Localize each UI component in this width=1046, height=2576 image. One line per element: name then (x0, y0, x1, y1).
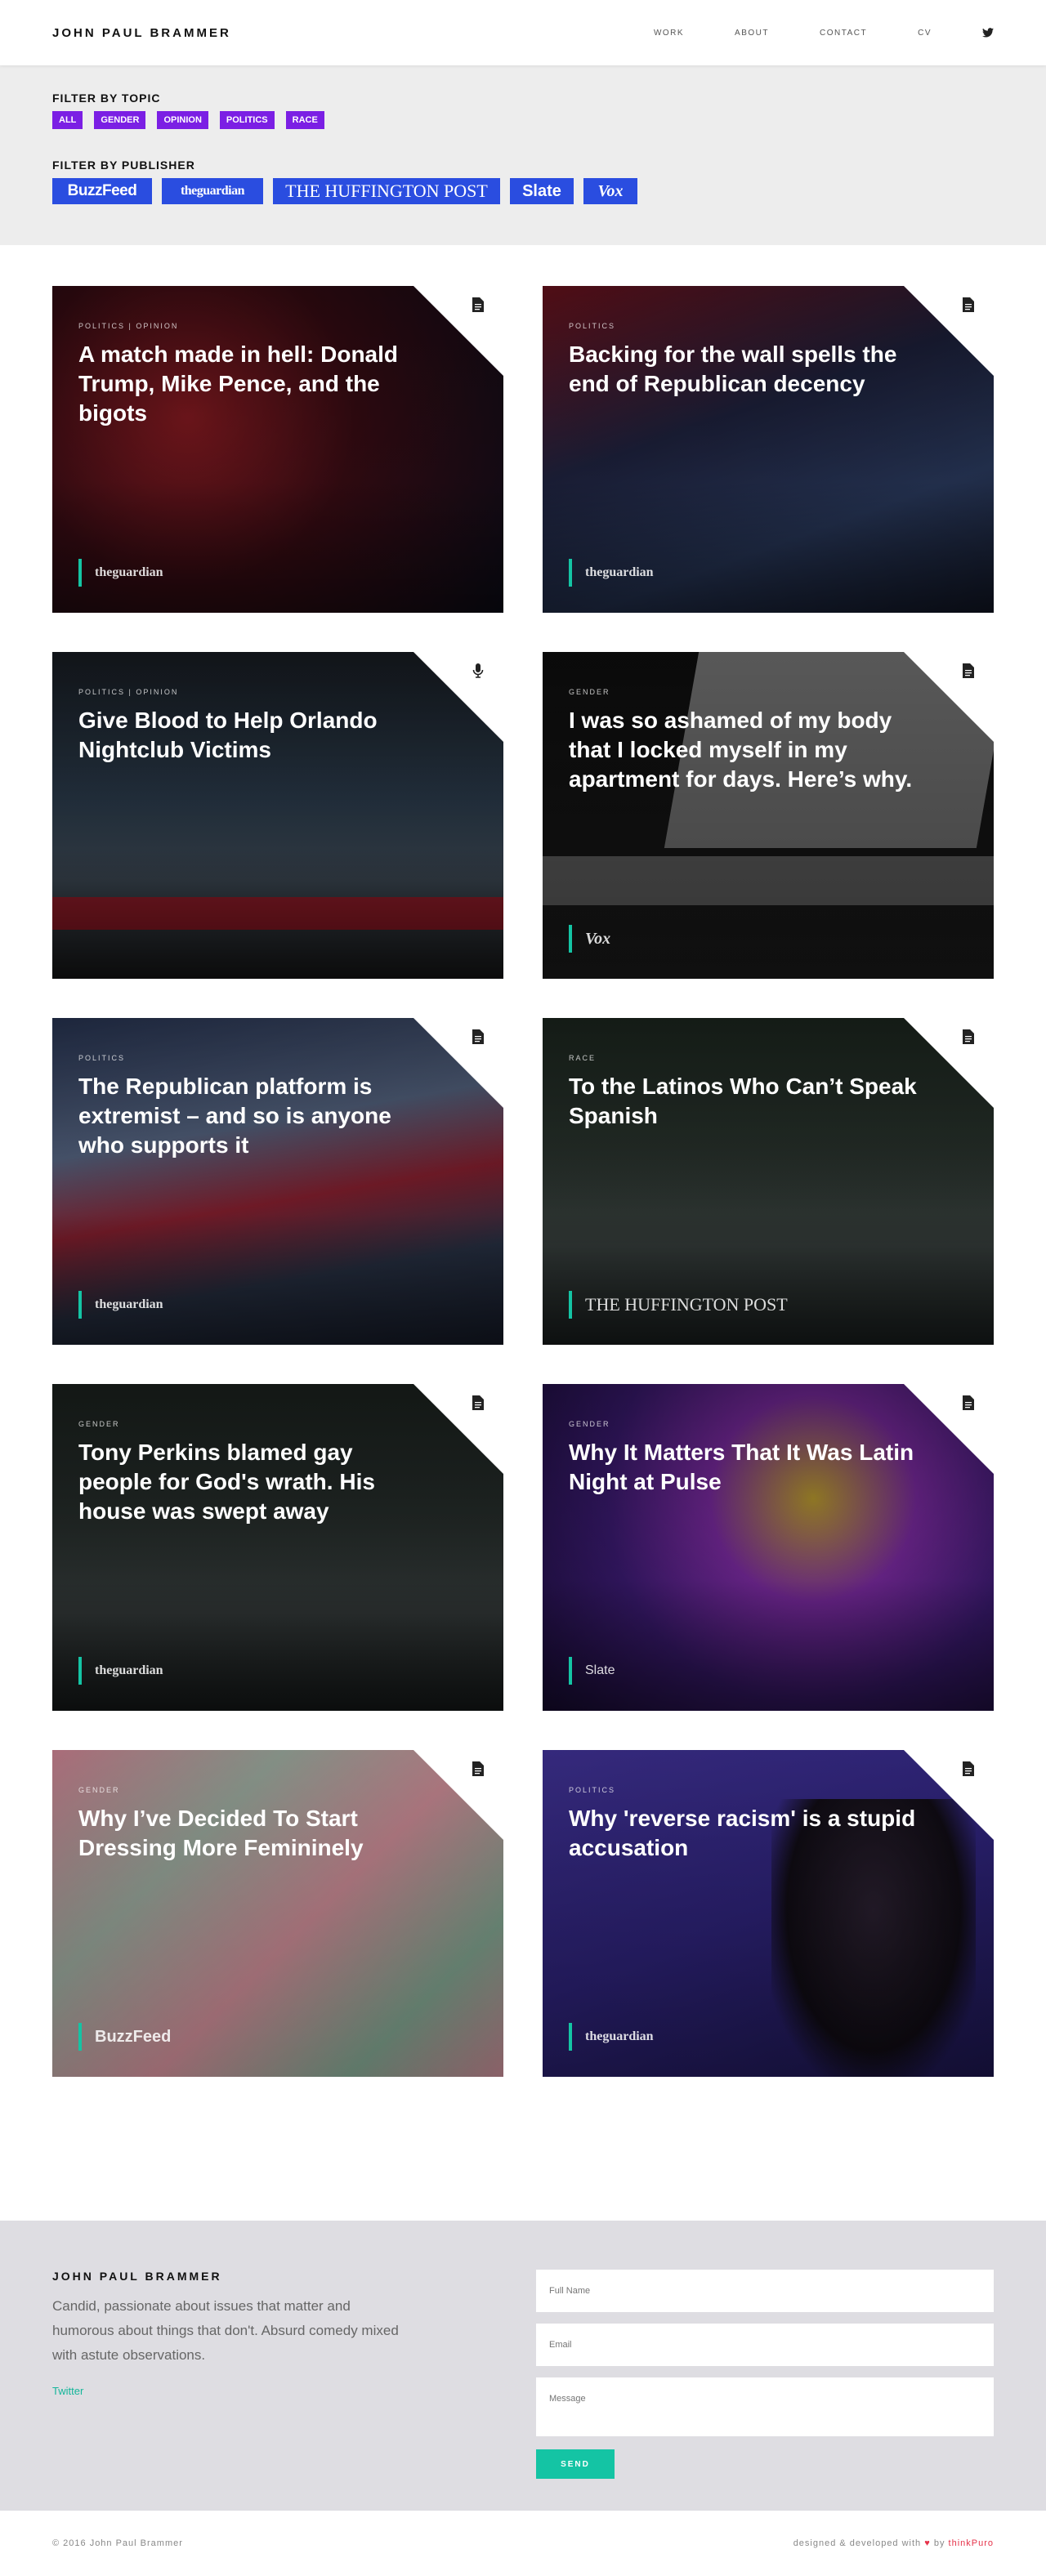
article-publisher: theguardian (78, 1291, 163, 1319)
article-card[interactable]: GENDER Tony Perkins blamed gay people fo… (52, 1384, 503, 1711)
article-category: POLITICS (78, 1054, 126, 1062)
publisher-vox[interactable]: Vox (583, 178, 637, 204)
document-icon (472, 297, 484, 312)
heart-icon: ♥ (924, 2538, 931, 2548)
credit: designed & developed with ♥ by thinkPuro (793, 2538, 994, 2548)
article-publisher: theguardian (569, 559, 654, 587)
document-icon (963, 1395, 974, 1410)
article-category: GENDER (78, 1786, 120, 1794)
document-icon (963, 1029, 974, 1044)
copyright: © 2016 John Paul Brammer (52, 2538, 183, 2548)
twitter-link[interactable]: Twitter (52, 2385, 83, 2397)
article-title[interactable]: Why I’ve Decided To Start Dressing More … (78, 1804, 430, 1863)
article-card[interactable]: GENDER Why I’ve Decided To Start Dressin… (52, 1750, 503, 2077)
article-category: RACE (569, 1054, 597, 1062)
document-icon (472, 1029, 484, 1044)
article-card[interactable]: POLITICS | OPINION A match made in hell:… (52, 286, 503, 613)
contact-bio: Candid, passionate about issues that mat… (52, 2298, 399, 2363)
article-category: POLITICS (569, 1786, 616, 1794)
contact-form: SEND (536, 2270, 994, 2511)
document-icon (472, 1395, 484, 1410)
nav-about[interactable]: ABOUT (735, 29, 769, 38)
article-publisher: theguardian (78, 559, 163, 587)
microphone-icon (472, 663, 484, 678)
site-brand[interactable]: JOHN PAUL BRAMMER (52, 26, 231, 40)
filter-panel: FILTER BY TOPIC ALL GENDER OPINION POLIT… (0, 65, 1046, 245)
article-category: GENDER (569, 688, 610, 696)
nav-work[interactable]: WORK (654, 29, 684, 38)
article-title[interactable]: The Republican platform is extremist – a… (78, 1072, 430, 1160)
send-button[interactable]: SEND (536, 2449, 615, 2479)
article-card[interactable]: POLITICS The Republican platform is extr… (52, 1018, 503, 1345)
publisher-buzzfeed[interactable]: BuzzFeed (52, 178, 152, 204)
article-publisher: BuzzFeed (78, 2023, 171, 2051)
article-card[interactable]: RACE To the Latinos Who Can’t Speak Span… (543, 1018, 994, 1345)
article-title[interactable]: Why It Matters That It Was Latin Night a… (569, 1438, 920, 1497)
message-field[interactable] (536, 2377, 994, 2436)
article-publisher: theguardian (78, 1657, 163, 1685)
article-title[interactable]: A match made in hell: Donald Trump, Mike… (78, 340, 430, 428)
topic-opinion[interactable]: OPINION (157, 111, 208, 129)
article-card[interactable]: GENDER I was so ashamed of my body that … (543, 652, 994, 979)
document-icon (963, 1761, 974, 1776)
article-category: POLITICS | OPINION (78, 688, 179, 696)
article-publisher: theguardian (569, 2023, 654, 2051)
topic-filter-label: FILTER BY TOPIC (52, 92, 161, 105)
article-card[interactable]: POLITICS Why 'reverse racism' is a stupi… (543, 1750, 994, 2077)
articles-grid: POLITICS | OPINION A match made in hell:… (0, 245, 1046, 2077)
article-title[interactable]: Backing for the wall spells the end of R… (569, 340, 920, 399)
publisher-slate[interactable]: Slate (510, 178, 574, 204)
article-category: GENDER (78, 1420, 120, 1428)
publisher-guardian[interactable]: theguardian (162, 178, 263, 204)
article-category: POLITICS | OPINION (78, 322, 179, 330)
article-publisher: Slate (569, 1657, 615, 1685)
credit-prefix: designed & developed with (793, 2538, 922, 2548)
studio-link[interactable]: thinkPuro (949, 2538, 994, 2548)
article-publisher: THE HUFFINGTON POST (569, 1291, 788, 1319)
topic-race[interactable]: RACE (285, 111, 324, 129)
publisher-filter-list: BuzzFeed theguardian THE HUFFINGTON POST… (52, 178, 994, 204)
site-footer: © 2016 John Paul Brammer designed & deve… (0, 2511, 1046, 2576)
credit-by: by (933, 2538, 945, 2548)
article-card[interactable]: GENDER Why It Matters That It Was Latin … (543, 1384, 994, 1711)
article-title[interactable]: To the Latinos Who Can’t Speak Spanish (569, 1072, 920, 1131)
contact-name: JOHN PAUL BRAMMER (52, 2270, 222, 2283)
twitter-icon[interactable] (982, 28, 994, 38)
topic-gender[interactable]: GENDER (94, 111, 146, 129)
article-card[interactable]: POLITICS | OPINION Give Blood to Help Or… (52, 652, 503, 979)
full-name-field[interactable] (536, 2270, 994, 2312)
article-card[interactable]: POLITICS Backing for the wall spells the… (543, 286, 994, 613)
article-category: GENDER (569, 1420, 610, 1428)
topic-politics[interactable]: POLITICS (219, 111, 275, 129)
document-icon (472, 1761, 484, 1776)
site-header: JOHN PAUL BRAMMER WORK ABOUT CONTACT CV (0, 0, 1046, 65)
email-field[interactable] (536, 2324, 994, 2366)
article-category: POLITICS (569, 322, 616, 330)
article-title[interactable]: Give Blood to Help Orlando Nightclub Vic… (78, 706, 430, 765)
contact-section: JOHN PAUL BRAMMER Candid, passionate abo… (0, 2221, 1046, 2511)
nav-contact[interactable]: CONTACT (820, 29, 867, 38)
publisher-filter-label: FILTER BY PUBLISHER (52, 158, 195, 172)
article-publisher: Vox (569, 925, 610, 953)
publisher-huffington-post[interactable]: THE HUFFINGTON POST (273, 178, 500, 204)
topic-all[interactable]: ALL (52, 111, 83, 129)
document-icon (963, 663, 974, 678)
main-nav: WORK ABOUT CONTACT CV (654, 28, 994, 38)
contact-info: JOHN PAUL BRAMMER Candid, passionate abo… (52, 2270, 412, 2511)
topic-filter-list: ALL GENDER OPINION POLITICS RACE (52, 111, 994, 129)
nav-cv[interactable]: CV (918, 29, 932, 38)
article-title[interactable]: Tony Perkins blamed gay people for God's… (78, 1438, 430, 1526)
article-title[interactable]: Why 'reverse racism' is a stupid accusat… (569, 1804, 920, 1863)
article-title[interactable]: I was so ashamed of my body that I locke… (569, 706, 920, 794)
document-icon (963, 297, 974, 312)
